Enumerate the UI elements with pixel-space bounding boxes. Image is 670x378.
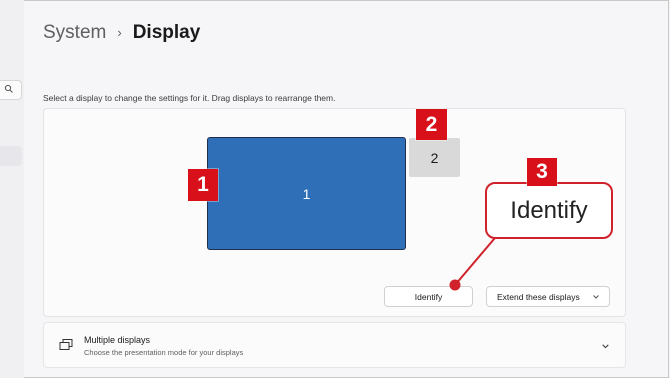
page-title: Display [132,22,201,43]
callout-number-1: 1 [188,169,218,201]
breadcrumb-system[interactable]: System [43,22,106,44]
display-mode-value: Extend these displays [497,291,580,302]
search-box[interactable] [0,80,22,100]
nav-item-selected[interactable] [0,146,22,166]
display-2-tile[interactable]: 2 [409,138,460,177]
multiple-displays-title: Multiple displays [84,335,151,345]
chevron-down-icon[interactable] [601,342,610,351]
identify-button[interactable]: Identify [384,286,473,307]
multiple-displays-subtitle: Choose the presentation mode for your di… [84,348,244,357]
arrange-instruction: Select a display to change the settings … [43,93,336,103]
display-1-tile[interactable]: 1 [207,137,406,250]
callout-number-3: 3 [527,158,557,186]
nav-pane [0,0,24,378]
identify-zoom-callout: Identify [485,182,613,239]
search-icon [4,84,13,93]
callout-number-2: 2 [416,109,447,140]
chevron-down-icon [593,295,599,299]
multiple-displays-icon [59,339,73,350]
breadcrumb: System › Display [43,22,200,44]
multiple-displays-section[interactable]: Multiple displays Choose the presentatio… [43,322,626,368]
display-mode-dropdown[interactable]: Extend these displays [486,286,610,307]
breadcrumb-separator: › [117,24,122,40]
